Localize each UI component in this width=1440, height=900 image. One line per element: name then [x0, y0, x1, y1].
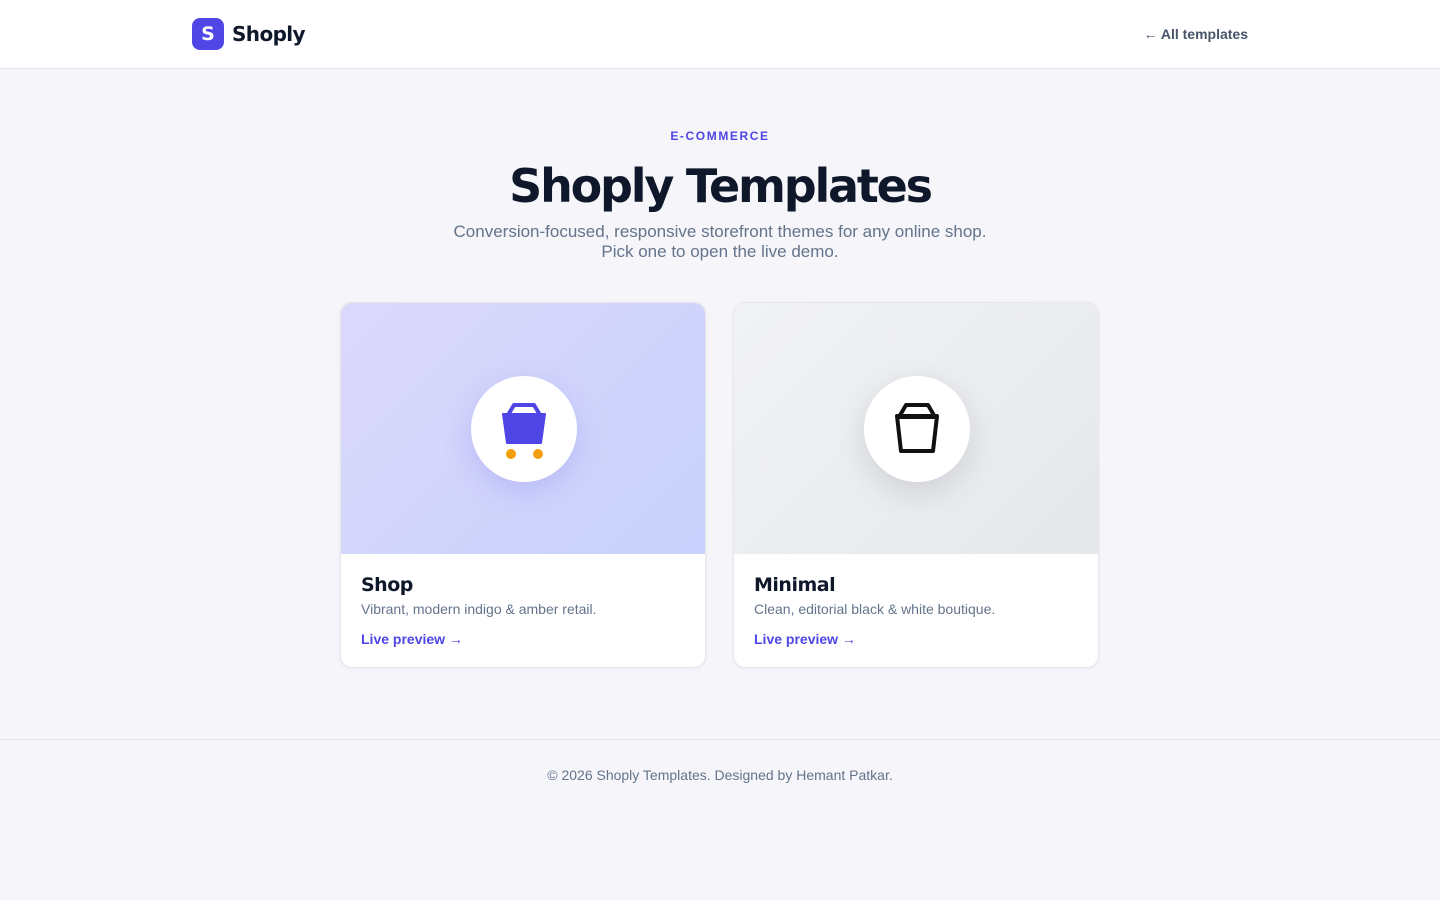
live-preview-link[interactable]: Live preview →	[754, 631, 856, 647]
page-subtitle: Conversion-focused, responsive storefron…	[420, 222, 1020, 262]
brand-logo-link[interactable]: S Shoply	[192, 18, 306, 50]
icon-badge	[864, 376, 970, 482]
footer-copyright: © 2026 Shoply Templates. Designed by Hem…	[547, 767, 893, 783]
card-description: Clean, editorial black & white boutique.	[754, 601, 996, 617]
all-templates-link[interactable]: ← All templates	[1143, 26, 1248, 42]
shopping-bag-icon	[895, 403, 939, 453]
template-card-shop[interactable]: Shop Vibrant, modern indigo & amber reta…	[340, 302, 706, 668]
brand-name: Shoply	[232, 22, 306, 46]
footer: © 2026 Shoply Templates. Designed by Hem…	[0, 739, 1440, 900]
card-body: Minimal Clean, editorial black & white b…	[754, 573, 1078, 649]
card-body: Shop Vibrant, modern indigo & amber reta…	[361, 573, 685, 649]
template-card-minimal[interactable]: Minimal Clean, editorial black & white b…	[733, 302, 1099, 668]
shopping-cart-icon	[502, 403, 546, 459]
card-title: Shop	[361, 574, 413, 596]
page-title: Shoply Templates	[509, 159, 933, 213]
card-title: Minimal	[754, 574, 836, 596]
brand-logo-icon: S	[192, 18, 224, 50]
subtitle-line-1: Conversion-focused, responsive storefron…	[453, 222, 987, 241]
subtitle-line-2: Pick one to open the live demo.	[601, 242, 839, 261]
card-preview-minimal	[734, 303, 1098, 554]
icon-badge	[471, 376, 577, 482]
card-description: Vibrant, modern indigo & amber retail.	[361, 601, 597, 617]
top-bar: S Shoply ← All templates	[0, 0, 1440, 69]
card-preview-shop	[341, 303, 705, 554]
category-eyebrow: E-COMMERCE	[670, 129, 770, 143]
live-preview-link[interactable]: Live preview →	[361, 631, 463, 647]
